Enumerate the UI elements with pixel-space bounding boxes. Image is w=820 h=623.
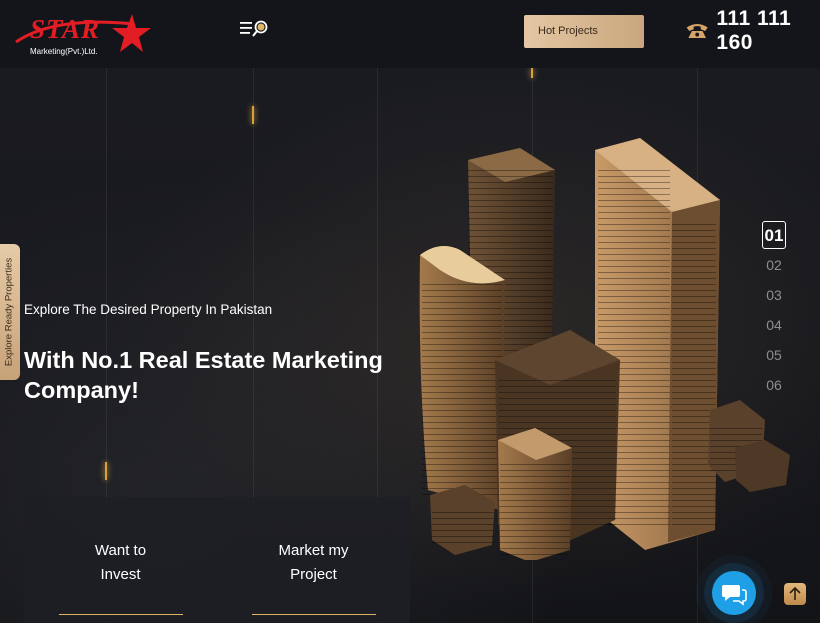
market-my-project-card[interactable]: Market my Project: [217, 497, 410, 623]
phone-number: 111 111 160: [716, 7, 792, 54]
card-underline: [59, 614, 183, 615]
slide-indicator-05[interactable]: 05: [762, 341, 786, 369]
side-tab-label: Explore Ready Properties: [3, 257, 15, 367]
phone-contact[interactable]: 111 111 160: [684, 7, 820, 54]
slide-indicator-06[interactable]: 06: [762, 371, 786, 399]
light-streak: [252, 106, 254, 124]
slide-indicator-03[interactable]: 03: [762, 281, 786, 309]
light-streak: [105, 462, 107, 480]
slide-indicator-02[interactable]: 02: [762, 251, 786, 279]
logo-wordmark: STAR: [30, 14, 101, 44]
card-underline: [252, 614, 376, 615]
explore-ready-properties-tab[interactable]: Explore Ready Properties: [0, 244, 20, 380]
menu-search-button[interactable]: [238, 18, 272, 40]
action-cards: Want to Invest Market my Project: [24, 497, 410, 623]
hero-subtitle: Explore The Desired Property In Pakistan: [24, 302, 273, 317]
phone-icon: [686, 23, 708, 39]
hero-title: With No.1 Real Estate Marketing Company!: [24, 347, 383, 403]
top-navigation-bar: STAR Marketing(Pvt.)Ltd. Hot Projects 11…: [0, 0, 820, 68]
chat-icon: [722, 585, 747, 606]
card-label: Want to Invest: [94, 542, 147, 583]
arrow-up-icon: [789, 586, 801, 600]
buildings-illustration: [419, 138, 790, 560]
menu-search-icon: [240, 20, 268, 37]
slide-indicator-04[interactable]: 04: [762, 311, 786, 339]
want-to-invest-card[interactable]: Want to Invest: [24, 497, 217, 623]
slide-indicator-01[interactable]: 01: [762, 221, 786, 249]
star-marketing-logo[interactable]: STAR Marketing(Pvt.)Ltd.: [14, 6, 159, 62]
chat-button[interactable]: [712, 571, 756, 615]
hot-projects-button[interactable]: Hot Projects: [524, 15, 644, 48]
light-streak: [531, 68, 533, 78]
slide-pagination: 01 02 03 04 05 06: [762, 221, 788, 401]
scroll-to-top-button[interactable]: [784, 583, 806, 605]
card-label: Market my Project: [278, 542, 349, 583]
logo-tagline: Marketing(Pvt.)Ltd.: [30, 47, 98, 56]
